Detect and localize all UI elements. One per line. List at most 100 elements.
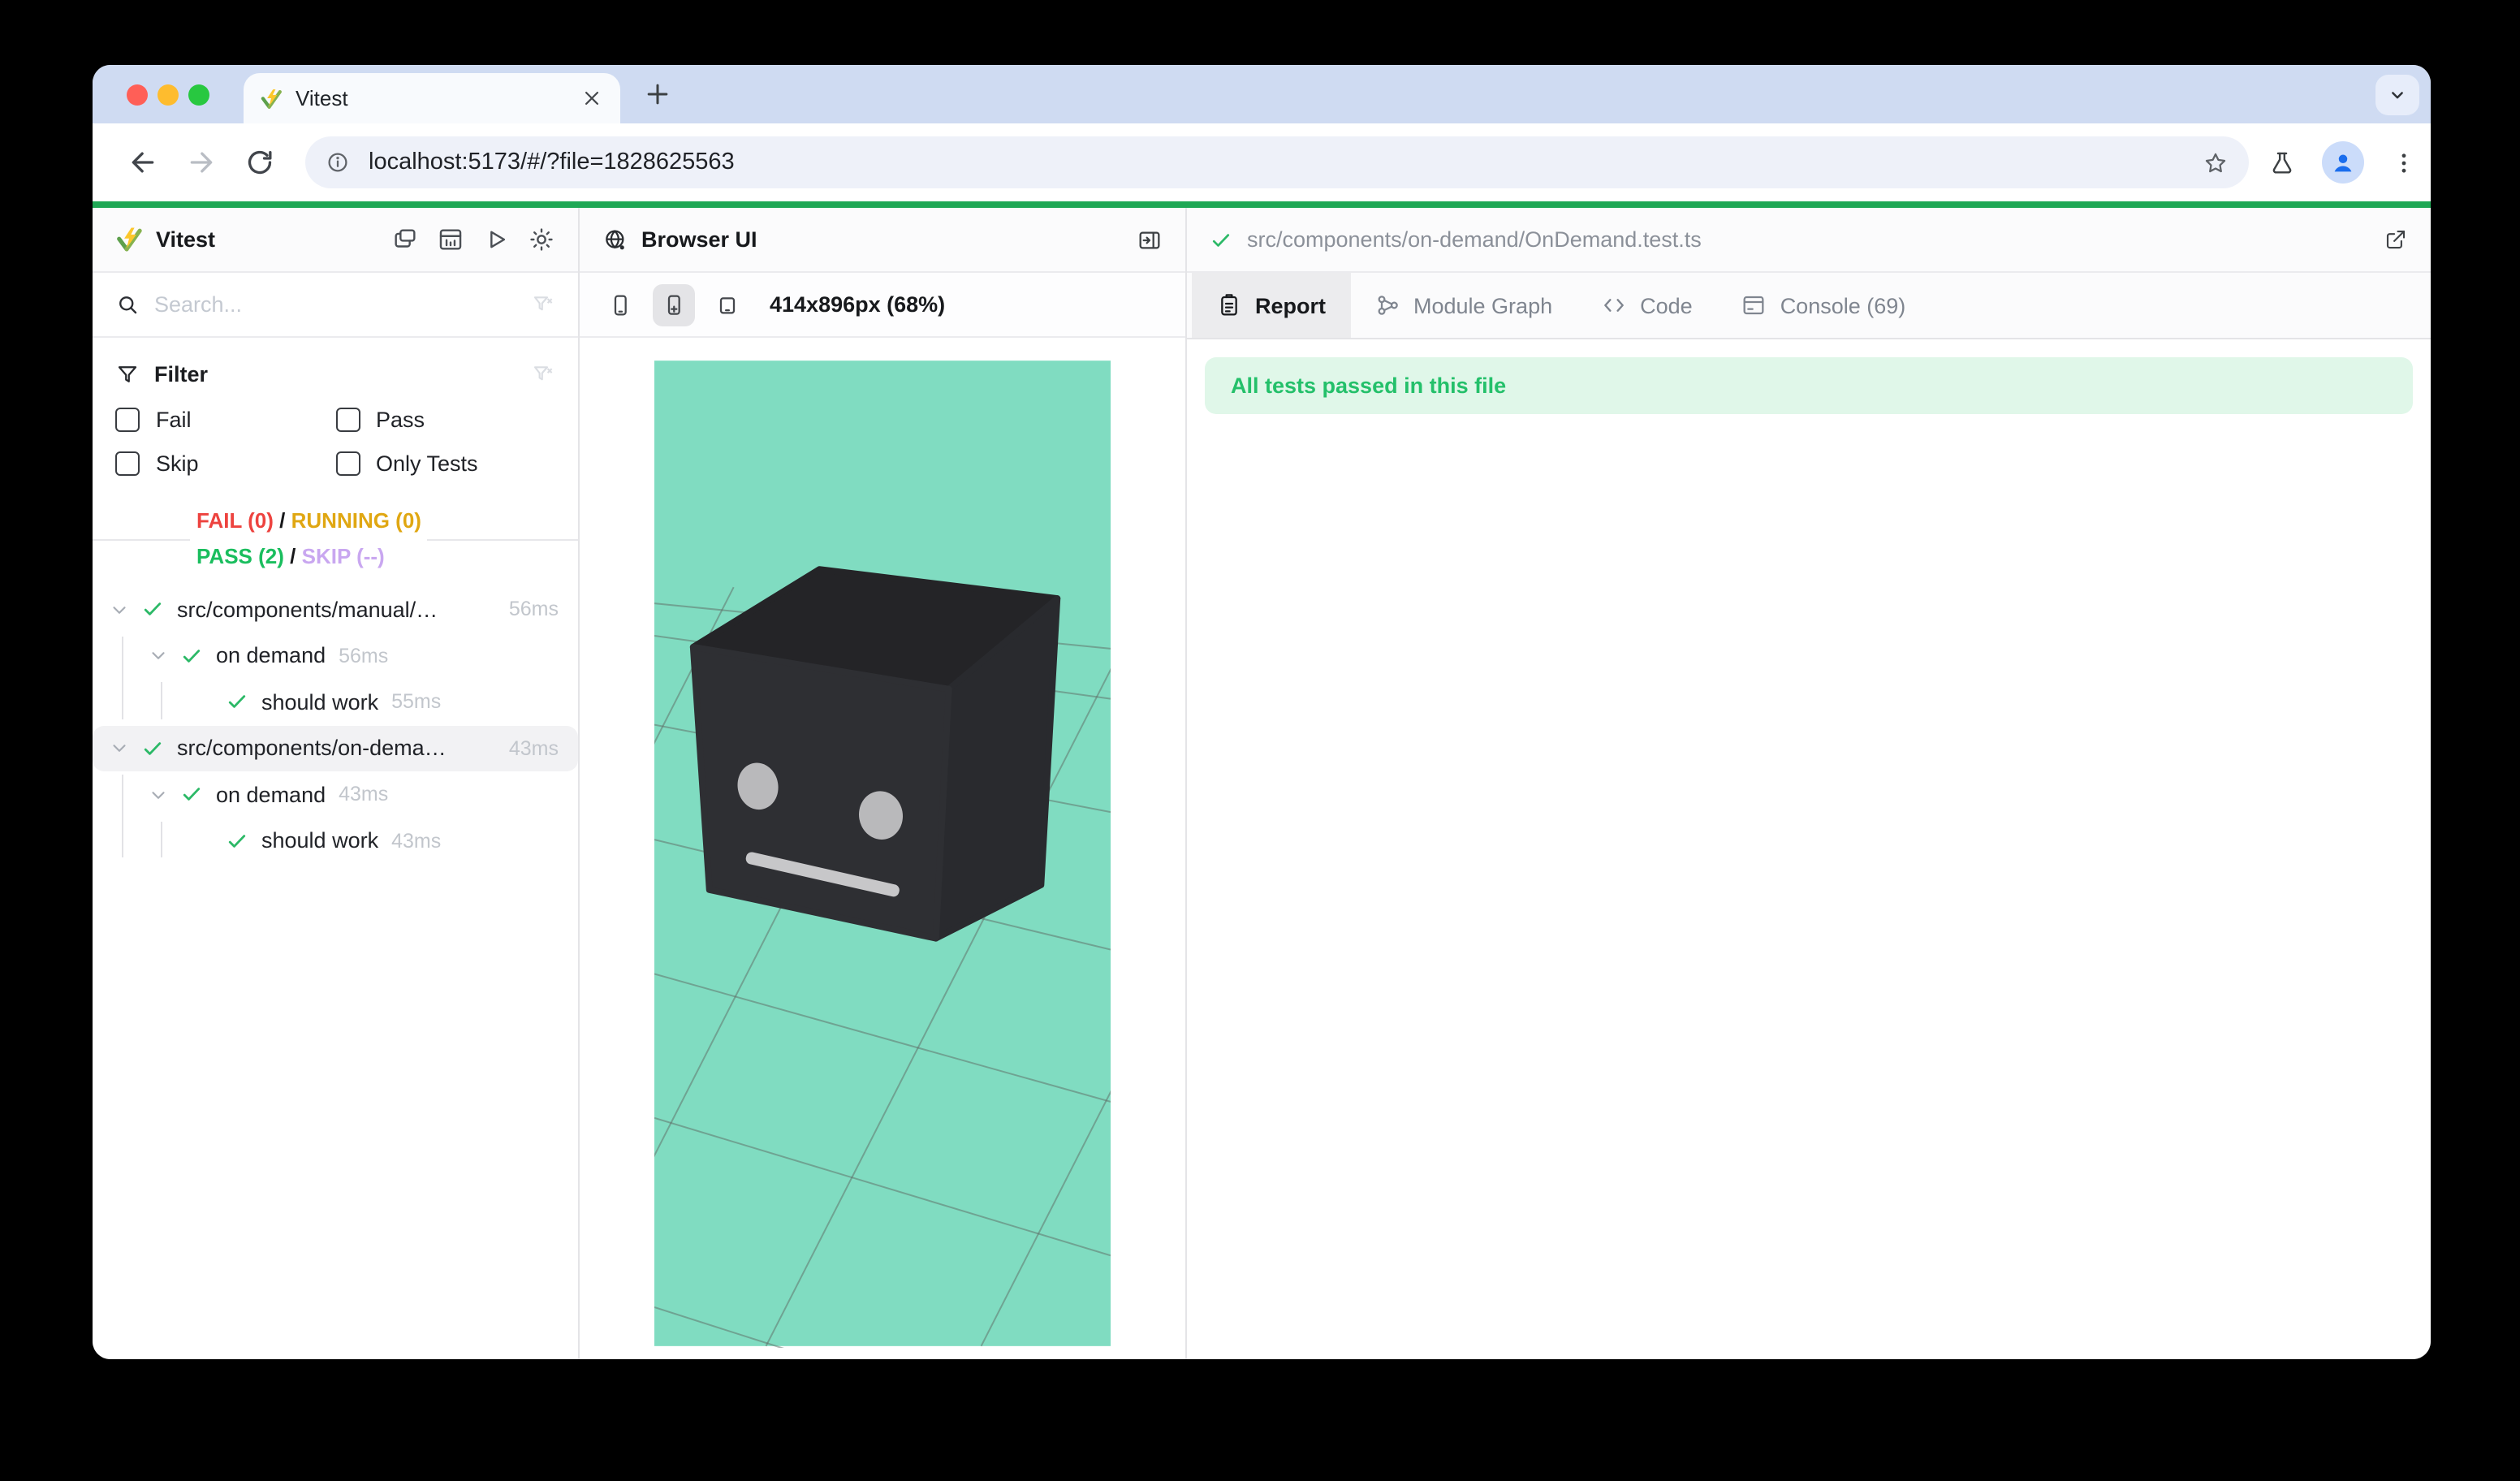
checkbox[interactable] (335, 408, 360, 432)
tablet-icon (714, 291, 740, 317)
site-info-icon[interactable] (325, 149, 351, 175)
profile-avatar[interactable] (2322, 141, 2364, 184)
test-file-path: src/components/on-demand/OnDemand.test.t… (1247, 227, 1702, 252)
tab-module-graph[interactable]: Module Graph (1350, 273, 1577, 338)
duration-badge: 43ms (509, 737, 559, 760)
test-row[interactable]: should work 55ms (93, 679, 578, 725)
screen: Vitest localhost:5173/#/?file=1828625563 (0, 0, 2520, 1481)
person-icon (2328, 148, 2358, 177)
test-label: should work (261, 690, 378, 715)
browser-toolbar: localhost:5173/#/?file=1828625563 (93, 123, 2431, 201)
app-title: Vitest (156, 227, 215, 252)
chevron-down-icon[interactable] (109, 738, 130, 759)
test-progress-bar (93, 201, 2431, 208)
collapse-panel-icon[interactable] (1137, 227, 1163, 253)
search-input[interactable]: Search... (93, 273, 578, 338)
check-icon (226, 691, 248, 714)
back-icon[interactable] (127, 146, 159, 179)
suite-row[interactable]: on demand56ms (93, 633, 578, 679)
robot-cube (693, 569, 1057, 938)
preview-area (580, 338, 1185, 1359)
dashboard-icon[interactable] (437, 226, 464, 253)
test-row[interactable]: should work43ms (93, 818, 578, 864)
url-bar[interactable]: localhost:5173/#/?file=1828625563 (305, 136, 2249, 188)
bookmark-star-icon[interactable] (2202, 149, 2229, 176)
checkbox[interactable] (335, 451, 360, 476)
file-row[interactable]: src/components/manual/…56ms (93, 586, 578, 633)
suite-row[interactable]: on demand43ms (93, 771, 578, 818)
open-external-icon[interactable] (2384, 227, 2408, 252)
filter-label: Filter (154, 361, 531, 386)
close-tab-icon[interactable] (580, 86, 604, 110)
browser-panel-header: Browser UI (580, 208, 1185, 273)
filter-checkbox-only-tests[interactable]: Only Tests (335, 451, 555, 476)
tab-code[interactable]: Code (1577, 273, 1717, 338)
check-icon (141, 737, 164, 760)
tab-search-button[interactable] (2375, 75, 2419, 115)
forward-icon[interactable] (185, 146, 218, 179)
windows-stack-icon[interactable] (391, 226, 419, 253)
search-placeholder: Search... (154, 292, 531, 317)
minimize-window-button[interactable] (158, 84, 179, 105)
tab-title: Vitest (296, 86, 580, 110)
viewport-size-label: 414x896px (68%) (770, 292, 945, 317)
vitest-favicon-icon (260, 87, 283, 110)
tab-label: Console (69) (1780, 293, 1906, 317)
url-text: localhost:5173/#/?file=1828625563 (369, 149, 2202, 175)
browser-panel-title: Browser UI (641, 227, 757, 252)
duration-badge: 43ms (391, 830, 441, 853)
check-icon (1210, 228, 1232, 251)
maximize-window-button[interactable] (188, 84, 209, 105)
checkbox-label: Fail (156, 408, 192, 432)
tab-report[interactable]: Report (1192, 273, 1350, 338)
checkbox-label: Pass (376, 408, 425, 432)
test-label: src/components/on-dema… (177, 736, 447, 761)
banner-text: All tests passed in this file (1231, 373, 1506, 398)
theme-toggle-sun-icon[interactable] (528, 226, 555, 253)
device-phone-add-button[interactable] (653, 283, 695, 326)
checkbox[interactable] (115, 451, 140, 476)
chevron-down-icon[interactable] (148, 784, 169, 805)
vitest-app: Vitest Search... Filter FailPassSkipOnly (93, 208, 2431, 1359)
close-window-button[interactable] (127, 84, 148, 105)
chevron-down-icon[interactable] (109, 599, 130, 620)
duration-badge: 56ms (509, 598, 559, 621)
phone-icon (607, 291, 633, 317)
check-icon (180, 784, 203, 806)
summary-line-2: PASS (2) / SKIP (--) (196, 538, 421, 573)
checkbox-label: Skip (156, 451, 199, 476)
module-graph-icon (1374, 292, 1400, 318)
menu-kebab-icon[interactable] (2390, 149, 2418, 176)
filter-section: Filter Fail Pass Skip Only Tests (93, 338, 578, 495)
chevron-down-icon[interactable] (148, 646, 169, 667)
device-phone-button[interactable] (599, 283, 641, 326)
filter-checkbox-fail[interactable]: Fail (115, 408, 335, 432)
test-tree: src/components/manual/…56mson demand56ms… (93, 576, 578, 864)
tab-strip: Vitest (93, 65, 2431, 123)
filter-checkbox-pass[interactable]: Pass (335, 408, 555, 432)
browser-preview-canvas[interactable] (654, 359, 1111, 1348)
browser-tab[interactable]: Vitest (244, 73, 620, 123)
console-icon (1741, 292, 1767, 318)
tab-console-69[interactable]: Console (69) (1717, 273, 1931, 338)
sidebar-header: Vitest (93, 208, 578, 273)
check-icon (141, 598, 164, 621)
duration-badge: 55ms (391, 691, 441, 714)
browser-window: Vitest localhost:5173/#/?file=1828625563 (93, 65, 2431, 1359)
checkbox[interactable] (115, 408, 140, 432)
report-tabs: Report Module Graph Code Console (69) (1187, 273, 2431, 339)
new-tab-button[interactable] (641, 78, 674, 110)
flask-icon[interactable] (2268, 149, 2296, 176)
clear-filters-icon[interactable] (531, 361, 555, 386)
run-all-icon[interactable] (482, 226, 510, 253)
device-tablet-button[interactable] (706, 283, 749, 326)
duration-badge: 43ms (339, 784, 388, 806)
reload-icon[interactable] (244, 146, 276, 179)
browser-ui-panel: Browser UI 414x896px (68%) (580, 208, 1187, 1359)
filter-checkbox-skip[interactable]: Skip (115, 451, 335, 476)
tab-label: Module Graph (1413, 293, 1552, 317)
report-panel-header: src/components/on-demand/OnDemand.test.t… (1187, 208, 2431, 273)
clear-search-filter-icon[interactable] (531, 292, 555, 317)
file-row[interactable]: src/components/on-dema… 43ms (93, 725, 578, 771)
check-icon (226, 830, 248, 853)
